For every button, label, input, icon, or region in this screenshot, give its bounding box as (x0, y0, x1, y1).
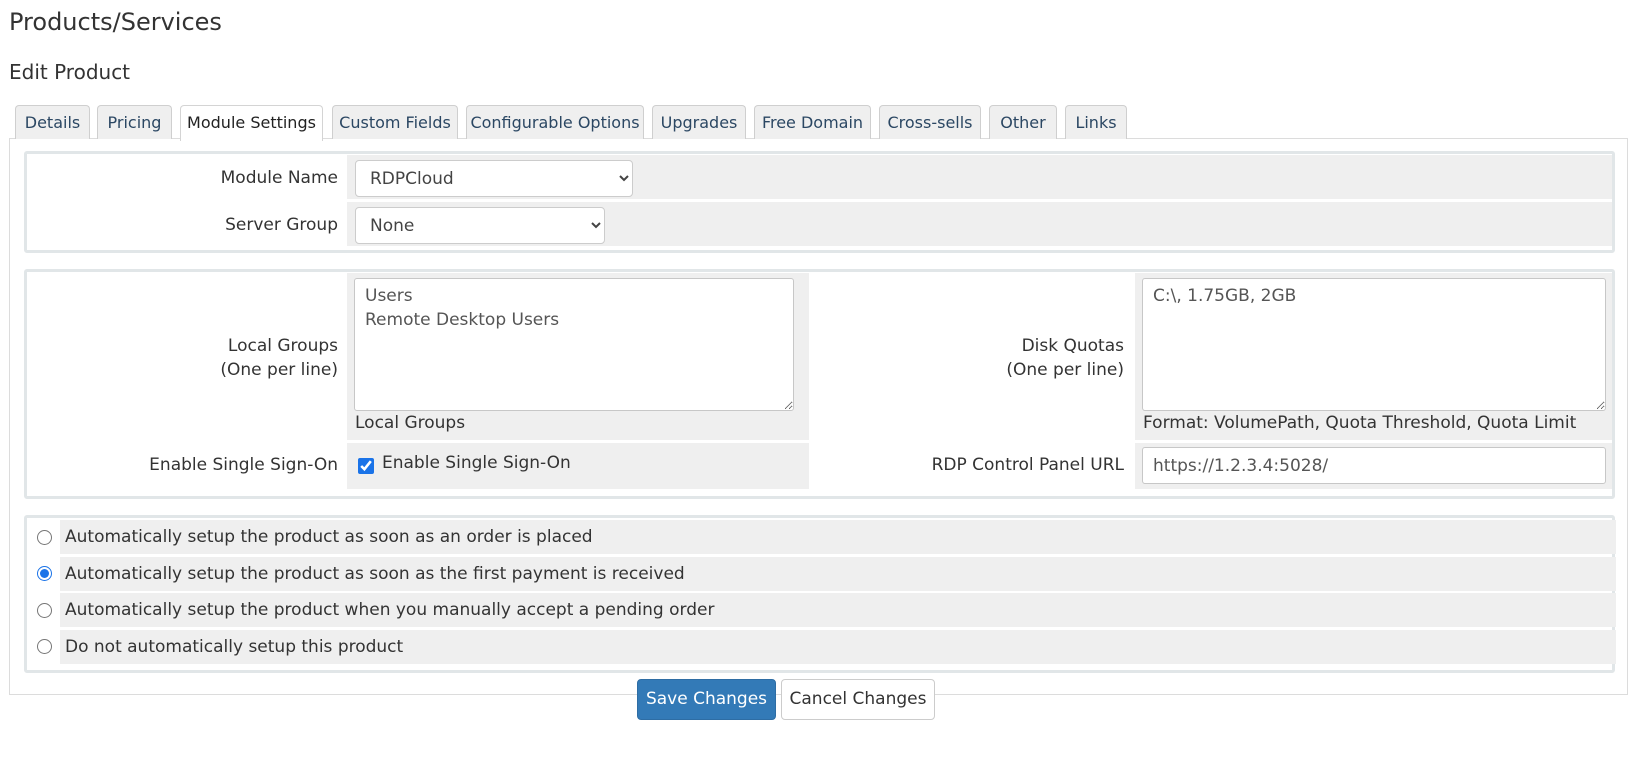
tab-other[interactable]: Other (989, 105, 1057, 139)
tab-configurable-options[interactable]: Configurable Options (466, 105, 644, 139)
setup-option-label[interactable]: Automatically setup the product as soon … (65, 520, 593, 554)
local-groups-label: Local Groups (227, 336, 338, 356)
sso-checkbox[interactable] (358, 458, 374, 474)
setup-option-label[interactable]: Automatically setup the product as soon … (65, 557, 685, 591)
config-box: Local Groups (One per line) Users Remote… (24, 269, 1615, 499)
disk-quotas-help: Format: VolumePath, Quota Threshold, Quo… (1143, 413, 1577, 433)
tab-custom-fields[interactable]: Custom Fields (332, 105, 458, 139)
module-box: Module Name RDPCloud Server Group None (24, 151, 1615, 253)
rdp-url-label: RDP Control Panel URL (931, 455, 1124, 475)
local-groups-help: Local Groups (355, 413, 466, 433)
page: Products/Services Edit Product Details P… (0, 0, 1632, 782)
server-group-select[interactable]: None (355, 207, 605, 244)
save-changes-button[interactable]: Save Changes (637, 679, 776, 720)
tab-cross-sells[interactable]: Cross-sells (879, 105, 981, 139)
cancel-changes-button[interactable]: Cancel Changes (781, 679, 935, 720)
page-title: Products/Services (9, 8, 222, 36)
setup-option-radio-payment[interactable] (37, 566, 52, 581)
setup-option-label[interactable]: Automatically setup the product when you… (65, 593, 714, 627)
rdp-url-input[interactable] (1142, 447, 1606, 484)
tab-upgrades[interactable]: Upgrades (652, 105, 746, 139)
local-groups-sublabel: (One per line) (220, 360, 338, 380)
sso-checkbox-label[interactable]: Enable Single Sign-On (382, 453, 571, 473)
setup-option-radio-none[interactable] (37, 639, 52, 654)
setup-option-label[interactable]: Do not automatically setup this product (65, 630, 403, 664)
module-name-label: Module Name (220, 168, 338, 188)
module-name-select[interactable]: RDPCloud (355, 160, 633, 197)
tab-pricing[interactable]: Pricing (97, 105, 172, 139)
setup-options-box: Automatically setup the product as soon … (24, 515, 1616, 673)
tab-module-settings[interactable]: Module Settings (180, 105, 323, 141)
disk-quotas-label: Disk Quotas (1021, 336, 1124, 356)
disk-quotas-textarea[interactable]: C:\, 1.75GB, 2GB (1142, 278, 1606, 411)
tab-links[interactable]: Links (1065, 105, 1127, 139)
server-group-label: Server Group (225, 215, 338, 235)
sso-label: Enable Single Sign-On (149, 455, 338, 475)
tab-details[interactable]: Details (15, 105, 90, 139)
tab-free-domain[interactable]: Free Domain (754, 105, 871, 139)
local-groups-textarea[interactable]: Users Remote Desktop Users (354, 278, 794, 411)
setup-option-radio-order[interactable] (37, 530, 52, 545)
disk-quotas-sublabel: (One per line) (1006, 360, 1124, 380)
page-subtitle: Edit Product (9, 60, 131, 84)
setup-option-radio-manual[interactable] (37, 603, 52, 618)
